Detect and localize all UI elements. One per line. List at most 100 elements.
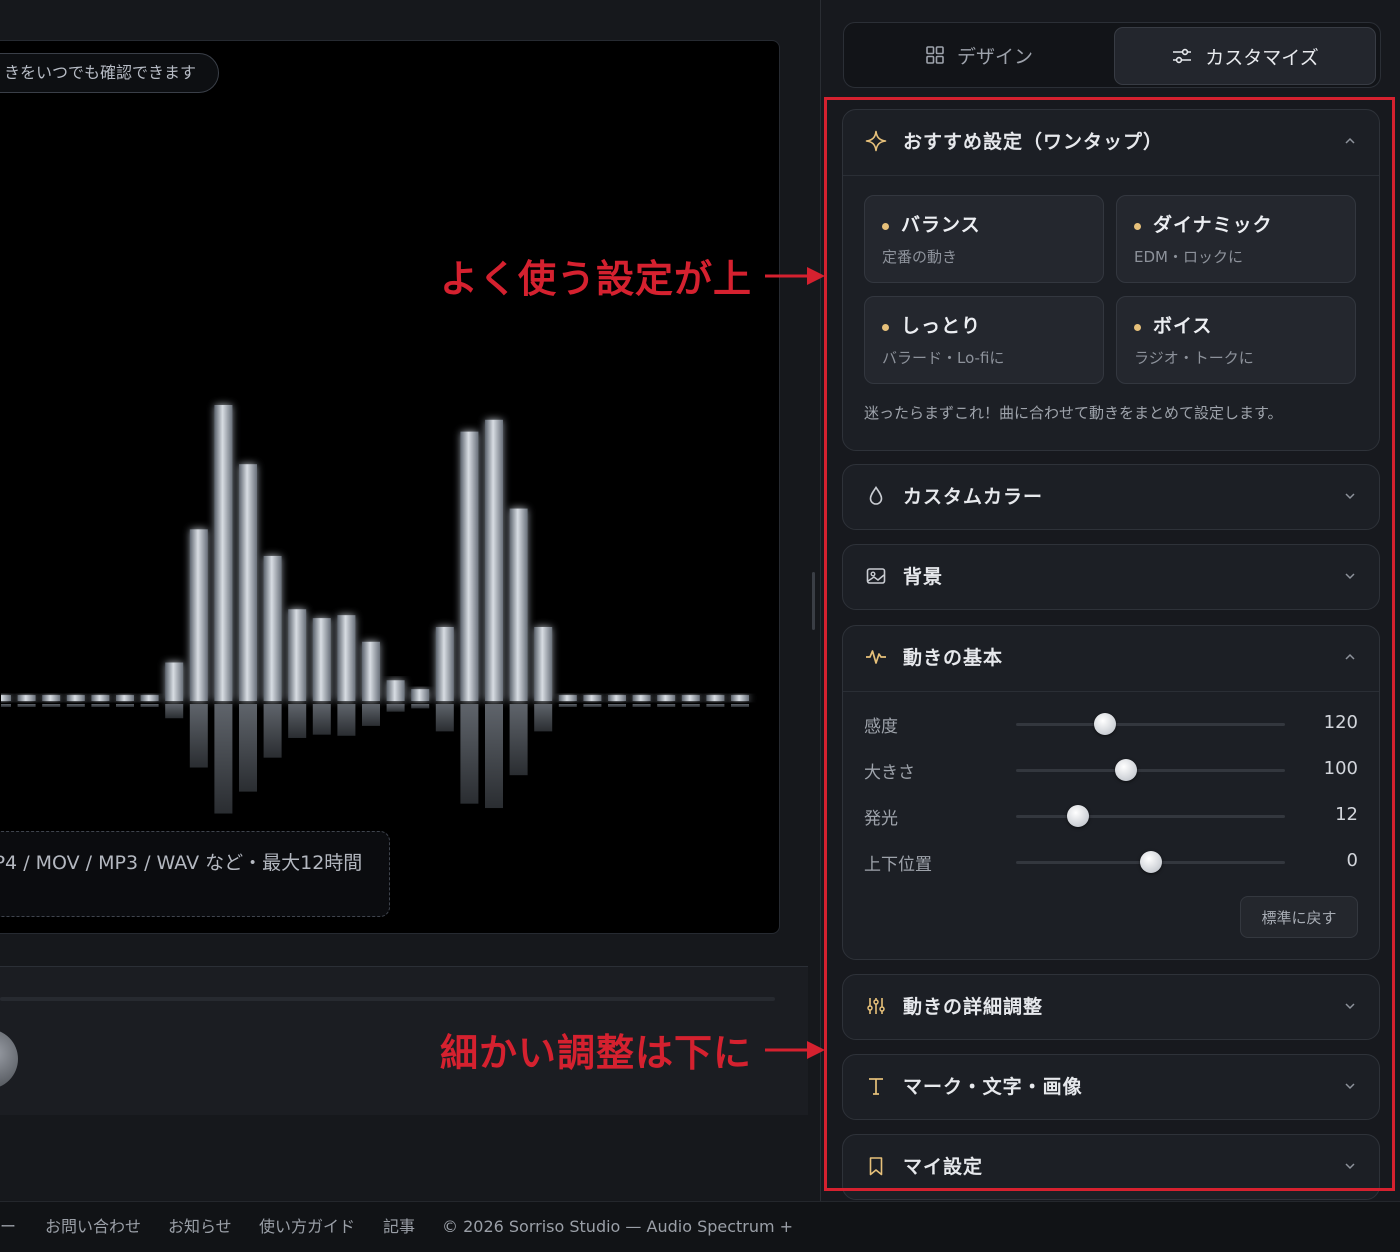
custom-color-header[interactable]: カスタムカラー (843, 465, 1379, 529)
preset-title: ボイス (1153, 315, 1213, 337)
spectrum-bar (731, 695, 749, 701)
spectrum-bar-reflection (386, 704, 405, 712)
preset-subtitle: EDM・ロックに (1134, 248, 1243, 266)
file-dropzone[interactable]: IP4 / MOV / MP3 / WAV など・最大12時間 (0, 831, 390, 917)
spectrum-bar-reflection (681, 704, 700, 707)
chevron-up-icon (1345, 137, 1355, 144)
slider-value: 0 (1346, 850, 1358, 871)
spectrum-bar-reflection (214, 704, 233, 814)
spectrum-bar-reflection (632, 704, 651, 707)
slider-track[interactable] (1016, 713, 1285, 735)
tab-customize-label: カスタマイズ (1205, 46, 1319, 69)
spectrum-bar-reflection (42, 704, 61, 707)
presets-section-header[interactable]: おすすめ設定（ワンタップ） (843, 110, 1379, 174)
spectrum-bar (42, 695, 61, 701)
spectrum-bar (312, 618, 331, 701)
slider-value: 100 (1323, 758, 1358, 779)
spectrum-bar (657, 695, 676, 701)
background-header[interactable]: 背景 (843, 545, 1379, 609)
presets-section: おすすめ設定（ワンタップ） バランス 定番の動き ダイナミック EDM・ロックに… (842, 109, 1380, 451)
slider-thumb[interactable] (1115, 759, 1138, 781)
spectrum-bar (239, 464, 257, 701)
preset-dot (1134, 223, 1141, 230)
spectrum-bar-reflection (460, 704, 479, 804)
spectrum-bar-reflection (411, 704, 430, 709)
motion-detail-section[interactable]: 動きの詳細調整 (842, 974, 1380, 1040)
preset-dynamic[interactable]: ダイナミック EDM・ロックに (1116, 195, 1356, 283)
arrow-right-icon (765, 1041, 825, 1059)
slider-thumb[interactable] (1093, 713, 1116, 735)
spectrum-bar (66, 695, 85, 701)
chevron-down-icon (1345, 573, 1355, 580)
slider-label: 感度 (864, 717, 898, 737)
droplet-icon (869, 486, 883, 505)
slider-track[interactable] (1016, 851, 1285, 873)
slider-value: 120 (1323, 712, 1358, 733)
dropzone-formats: IP4 / MOV / MP3 / WAV など・最大12時間 (0, 852, 363, 874)
footer-link-news[interactable]: お知らせ (168, 1202, 232, 1252)
spectrum-bar (509, 508, 528, 701)
background-section[interactable]: 背景 (842, 544, 1380, 610)
spectrum-bar (263, 555, 282, 701)
text-icon (869, 1078, 883, 1095)
footer-link-contact[interactable]: お問い合わせ (45, 1202, 141, 1252)
mark-text-image-header[interactable]: マーク・文字・画像 (843, 1055, 1379, 1119)
spectrum-bar (632, 695, 651, 701)
slider-track[interactable] (1016, 759, 1285, 781)
section-divider (843, 175, 1379, 176)
spectrum-bar-reflection (312, 704, 331, 735)
custom-color-section[interactable]: カスタムカラー (842, 464, 1380, 530)
chevron-down-icon (1345, 1163, 1355, 1170)
slider-track[interactable] (1016, 805, 1285, 827)
spectrum-bar-reflection (731, 704, 749, 707)
spectrum-bar-reflection (657, 704, 676, 707)
tab-customize[interactable]: カスタマイズ (1114, 27, 1376, 85)
annotation-top: よく使う設定が上 (440, 257, 753, 301)
spectrum-bar (91, 695, 110, 701)
pulse-icon (866, 650, 886, 664)
spectrum-bar-reflection (362, 704, 380, 726)
mark-text-image-title: マーク・文字・画像 (903, 1076, 1083, 1098)
sparkle-icon (865, 130, 887, 152)
tab-design[interactable]: デザイン (848, 27, 1110, 83)
spectrum-bar-reflection (288, 704, 307, 738)
resize-handle[interactable] (812, 572, 815, 630)
spectrum-bar-reflection (509, 704, 528, 776)
preset-mellow[interactable]: しっとり バラード・Lo-fiに (864, 296, 1104, 384)
spectrum-bar (17, 695, 36, 701)
motion-detail-title: 動きの詳細調整 (903, 996, 1044, 1018)
bookmark-icon (869, 1157, 883, 1176)
preset-dot (882, 223, 889, 230)
spectrum-bar-reflection (17, 704, 36, 707)
footer-link-articles[interactable]: 記事 (383, 1202, 415, 1252)
motion-basic-header[interactable]: 動きの基本 (843, 626, 1379, 690)
my-settings-section[interactable]: マイ設定 (842, 1134, 1380, 1200)
spectrum-bar (485, 419, 503, 701)
spectrum-bar (435, 627, 454, 701)
play-button[interactable] (0, 1029, 18, 1089)
motion-detail-header[interactable]: 動きの詳細調整 (843, 975, 1379, 1039)
spectrum-bar (681, 695, 700, 701)
slider-sensitivity: 感度 120 (843, 704, 1379, 744)
reset-button[interactable]: 標準に戻す (1240, 896, 1358, 938)
spectrum-bar-reflection (239, 704, 257, 792)
spectrum-preview: きをいつでも確認できます IP4 / MOV / MP3 / WAV など・最大… (0, 40, 780, 934)
spectrum-bar (189, 529, 208, 701)
my-settings-header[interactable]: マイ設定 (843, 1135, 1379, 1199)
spectrum-bar-reflection (1, 704, 11, 707)
slider-thumb[interactable] (1066, 805, 1089, 827)
spectrum-bar-reflection (263, 704, 282, 758)
mark-text-image-section[interactable]: マーク・文字・画像 (842, 1054, 1380, 1120)
slider-size: 大きさ 100 (843, 750, 1379, 790)
spectrum-bar (337, 615, 356, 701)
preset-voice[interactable]: ボイス ラジオ・トークに (1116, 296, 1356, 384)
seek-bar[interactable] (0, 997, 775, 1001)
slider-thumb[interactable] (1139, 851, 1162, 873)
chevron-down-icon (1345, 493, 1355, 500)
preset-balance[interactable]: バランス 定番の動き (864, 195, 1104, 283)
section-divider (843, 691, 1379, 692)
slider-glow: 発光 12 (843, 796, 1379, 836)
footer-link-guide[interactable]: 使い方ガイド (259, 1202, 355, 1252)
slider-label: 発光 (864, 809, 898, 829)
custom-color-title: カスタムカラー (903, 486, 1044, 508)
